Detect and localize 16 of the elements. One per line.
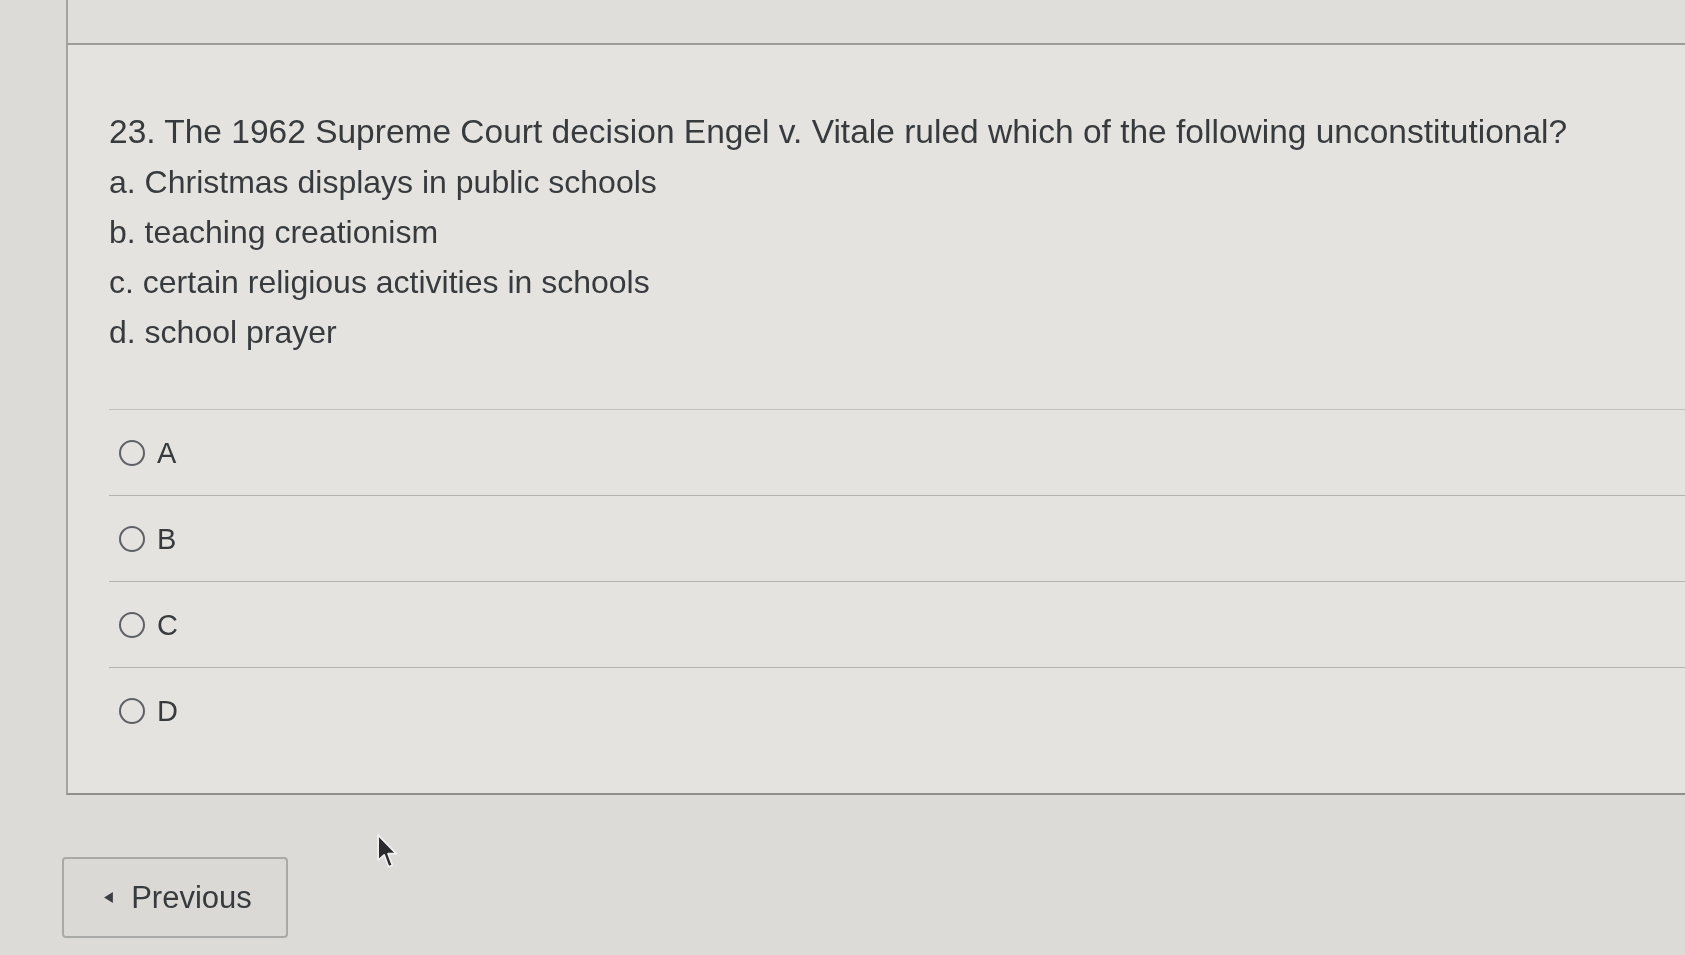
choice-text: c. certain religious activities in schools bbox=[109, 263, 650, 302]
previous-button[interactable]: Previous bbox=[62, 857, 288, 938]
answer-label[interactable]: D bbox=[157, 693, 178, 728]
answer-label[interactable]: A bbox=[157, 435, 177, 470]
choice-text: a. Christmas displays in public schools bbox=[109, 163, 657, 202]
question-text: 23. The 1962 Supreme Court decision Engel v. Vitale ruled which of the following unconstitutional? bbox=[109, 112, 1568, 152]
mouse-cursor-icon bbox=[377, 834, 399, 869]
radio-button[interactable] bbox=[119, 525, 145, 552]
choice-text: d. school prayer bbox=[109, 313, 337, 352]
caret-icon bbox=[104, 892, 114, 903]
radio-button[interactable] bbox=[119, 611, 145, 638]
radio-button[interactable] bbox=[119, 697, 145, 724]
choice-text: b. teaching creationism bbox=[109, 213, 439, 252]
answer-label[interactable]: C bbox=[157, 607, 178, 642]
answer-label[interactable]: B bbox=[157, 521, 177, 556]
radio-button[interactable] bbox=[119, 439, 145, 466]
